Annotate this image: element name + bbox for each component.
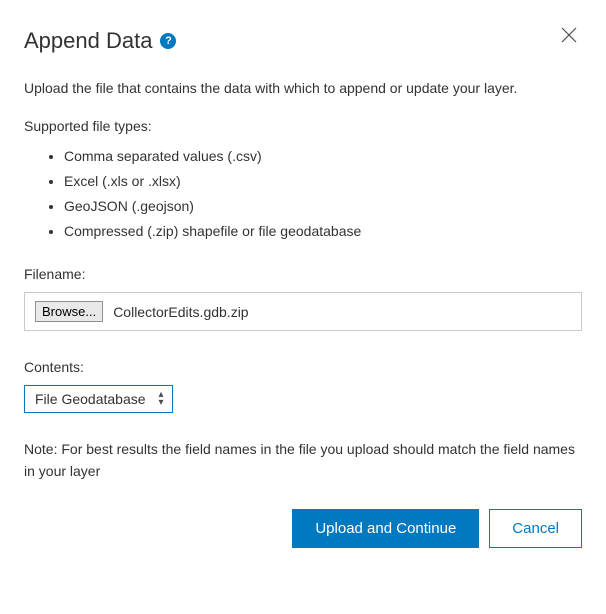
supported-types-list: Comma separated values (.csv) Excel (.xl… [24,144,582,245]
list-item: Excel (.xls or .xlsx) [64,169,582,194]
upload-continue-button[interactable]: Upload and Continue [292,509,479,548]
description-text: Upload the file that contains the data w… [24,78,582,100]
cancel-button[interactable]: Cancel [489,509,582,548]
list-item: GeoJSON (.geojson) [64,194,582,219]
contents-select[interactable]: File Geodatabase [24,385,173,413]
list-item: Compressed (.zip) shapefile or file geod… [64,219,582,244]
help-icon[interactable]: ? [160,33,176,49]
supported-types-label: Supported file types: [24,118,582,134]
filename-field[interactable]: Browse... CollectorEdits.gdb.zip [24,292,582,331]
close-icon[interactable] [560,26,578,47]
dialog-header: Append Data ? [24,28,582,54]
contents-label: Contents: [24,359,582,375]
list-item: Comma separated values (.csv) [64,144,582,169]
contents-value: File Geodatabase [35,391,146,407]
browse-button[interactable]: Browse... [35,301,103,322]
dialog-actions: Upload and Continue Cancel [24,509,582,548]
note-text: Note: For best results the field names i… [24,439,582,482]
filename-value: CollectorEdits.gdb.zip [113,304,248,320]
page-title: Append Data [24,28,152,54]
chevron-updown-icon [159,390,164,408]
filename-label: Filename: [24,266,582,282]
